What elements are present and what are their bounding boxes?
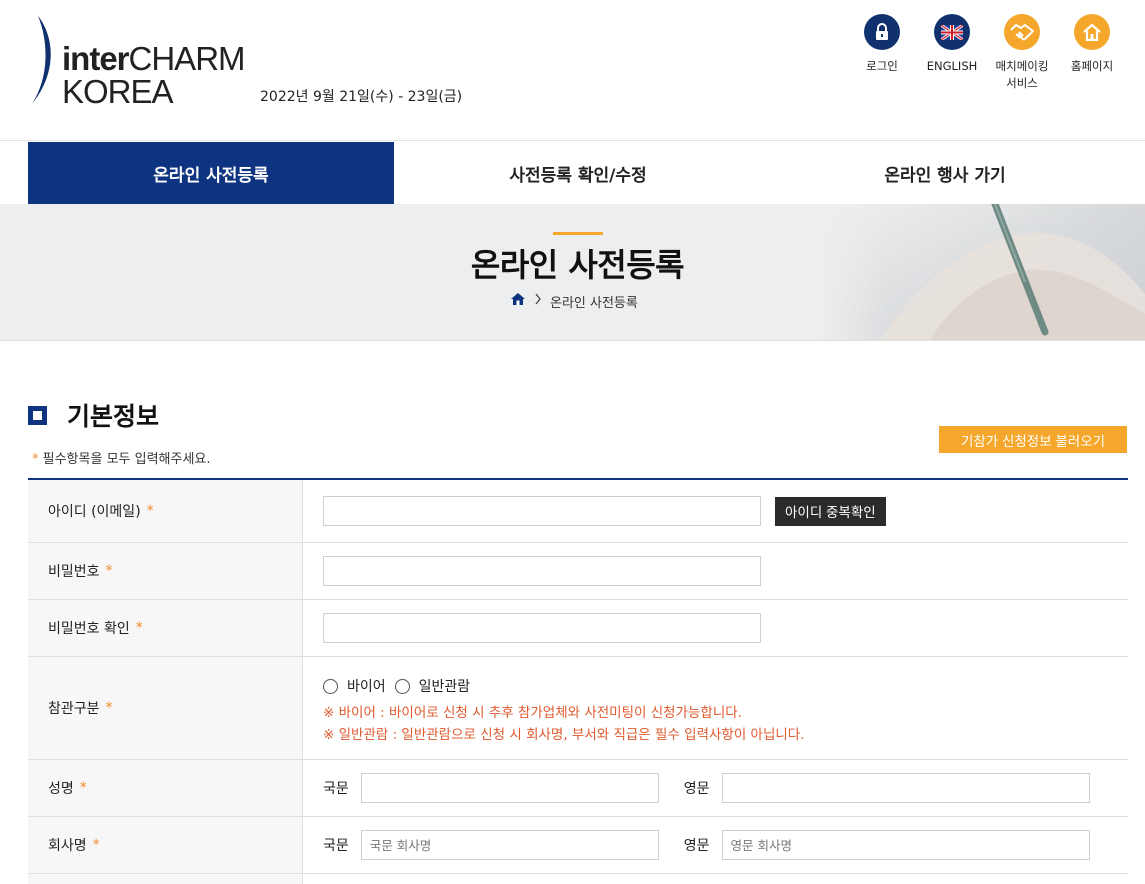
field-label: 아이디 (이메일) * [28, 480, 303, 542]
intercharm-korea-logo[interactable]: interCHARM KOREA [28, 14, 248, 110]
basic-info-form: 아이디 (이메일) * 아이디 중복확인 비밀번호 * 비밀번호 확인 * 참관구분 *… [28, 478, 1128, 884]
form-row-password: 비밀번호 * [28, 543, 1128, 600]
password-confirm-input[interactable] [323, 613, 761, 643]
korean-label: 국문 [323, 838, 349, 854]
radio-buyer-label[interactable]: 바이어 [347, 676, 386, 696]
required-note: * 필수항목을 모두 입력해주세요. [32, 452, 211, 467]
homepage-link[interactable]: 홈페이지 [1057, 14, 1127, 75]
english-label: 영문 [683, 838, 710, 854]
uk-flag-icon [934, 14, 970, 50]
tab-online-event[interactable]: 온라인 행사 가기 [762, 142, 1128, 204]
english-label: 영문 [683, 781, 710, 797]
company-english-input[interactable] [721, 830, 1090, 860]
visit-type-options: 바이어 일반관람 [323, 676, 479, 696]
logo-wordmark-top: interCHARM [62, 40, 246, 77]
load-previous-info-button[interactable]: 기참가 신청정보 불러오기 [939, 426, 1127, 453]
page-banner: 온라인 사전등록 온라인 사전등록 [0, 204, 1145, 341]
square-bullet-icon [28, 405, 47, 425]
radio-general[interactable] [394, 678, 410, 694]
home-icon [1074, 14, 1110, 50]
title-accent-bar [553, 232, 603, 235]
tab-online-preregistration[interactable]: 온라인 사전등록 [28, 142, 394, 204]
site-header: interCHARM KOREA 2022년 9월 21일(수) - 23일(금… [0, 0, 1145, 141]
english-link[interactable]: ENGLISH [917, 14, 987, 75]
form-row-name: 성명 * 국문 영문 [28, 760, 1128, 817]
form-row-visit-type: 참관구분 * 바이어 일반관람 ※ 바이어 : 바이어로 신청 시 추후 참가업체… [28, 657, 1128, 760]
radio-buyer[interactable] [323, 678, 338, 694]
form-row-id: 아이디 (이메일) * 아이디 중복확인 [28, 480, 1128, 543]
company-korean-input[interactable] [360, 830, 659, 860]
field-label: 비밀번호 확인 * [28, 600, 303, 656]
section-heading: 기본정보 [67, 402, 160, 431]
handshake-icon [1004, 14, 1040, 50]
english-label: ENGLISH [926, 59, 978, 73]
required-star: * [32, 452, 39, 467]
matchmaking-link[interactable]: 매치메이킹 서비스 [987, 14, 1057, 92]
form-row-company: 회사명* 국문 영문 [28, 817, 1128, 874]
name-korean-input[interactable] [360, 773, 659, 803]
event-date: 2022년 9월 21일(수) - 23일(금) [260, 89, 463, 105]
home-icon[interactable] [510, 292, 526, 310]
form-row-password-confirm: 비밀번호 확인 * [28, 600, 1128, 657]
tab-registration-check[interactable]: 사전등록 확인/수정 [394, 142, 762, 204]
password-input[interactable] [323, 556, 761, 586]
page-title: 온라인 사전등록 [470, 246, 685, 284]
main-tabs: 온라인 사전등록 사전등록 확인/수정 온라인 행사 가기 [28, 142, 1145, 204]
korean-label: 국문 [323, 781, 349, 797]
lock-icon [864, 14, 900, 50]
id-duplicate-check-button[interactable]: 아이디 중복확인 [775, 496, 886, 526]
chevron-right-icon [534, 293, 542, 309]
field-label: 비밀번호 * [28, 543, 303, 599]
field-label: 참관구분 * [28, 657, 303, 759]
field-label: 회사명 * [28, 817, 303, 873]
notice-buyer: ※ 바이어 : 바이어로 신청 시 추후 참가업체와 사전미팅이 신청가능합니다… [323, 705, 742, 721]
email-id-input[interactable] [323, 496, 761, 526]
breadcrumb: 온라인 사전등록 [510, 292, 638, 311]
form-row-next [28, 874, 1128, 884]
field-label: 성명 * [28, 760, 303, 816]
section-title: 기본정보 [28, 397, 159, 433]
breadcrumb-current: 온라인 사전등록 [550, 295, 638, 311]
notice-general: ※ 일반관람 : 일반관람으로 신청 시 회사명, 부서와 직급은 필수 입력사… [323, 727, 805, 743]
name-english-input[interactable] [721, 773, 1090, 803]
homepage-label: 홈페이지 [1070, 59, 1114, 73]
login-label: 로그인 [866, 59, 898, 73]
matchmaking-label: 매치메이킹 서비스 [995, 59, 1049, 90]
logo-wordmark-bottom: KOREA [62, 73, 174, 110]
radio-general-label[interactable]: 일반관람 [419, 676, 471, 696]
login-link[interactable]: 로그인 [847, 14, 917, 75]
